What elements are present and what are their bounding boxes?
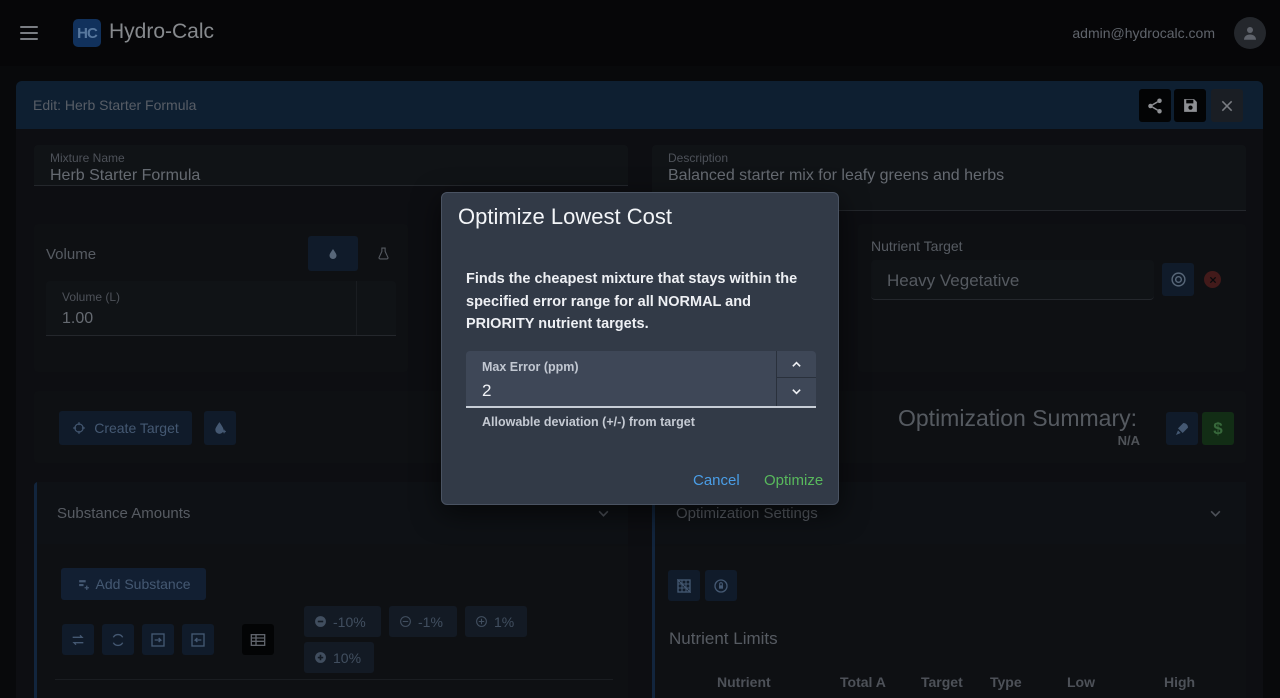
max-error-label: Max Error (ppm)	[482, 360, 579, 374]
max-error-value: 2	[482, 381, 492, 400]
decrement-button[interactable]	[777, 378, 816, 405]
max-error-hint: Allowable deviation (+/-) from target	[482, 415, 695, 429]
chevron-down-icon	[792, 389, 801, 395]
increment-button[interactable]	[777, 351, 816, 378]
optimize-lowest-cost-dialog: Optimize Lowest Cost Finds the cheapest …	[441, 192, 839, 505]
max-error-stepper	[776, 351, 816, 406]
max-error-field[interactable]: Max Error (ppm) 2	[466, 351, 816, 408]
chevron-up-icon	[792, 361, 801, 367]
cancel-button[interactable]: Cancel	[693, 472, 740, 489]
dialog-description: Finds the cheapest mixture that stays wi…	[466, 271, 798, 332]
dialog-title: Optimize Lowest Cost	[458, 204, 672, 229]
optimize-button[interactable]: Optimize	[764, 472, 823, 489]
